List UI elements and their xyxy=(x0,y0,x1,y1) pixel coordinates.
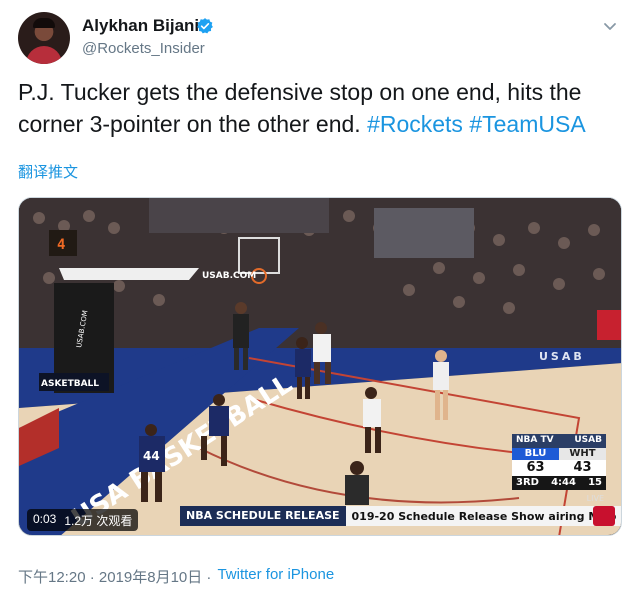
tweet-timestamp[interactable]: 下午12:20 · 2019年8月10日 · xyxy=(18,566,211,587)
ticker-tag: NBA SCHEDULE RELEASE xyxy=(180,506,346,526)
tweet-body: P.J. Tucker gets the defensive stop on o… xyxy=(18,76,622,140)
verified-badge-icon xyxy=(197,18,213,34)
hashtag-rockets[interactable]: #Rockets xyxy=(367,111,463,137)
scorebug-event: USAB xyxy=(574,435,602,445)
author-display-name[interactable]: Alykhan Bijani xyxy=(82,16,199,36)
news-ticker: NBA SCHEDULE RELEASE 019-20 Schedule Rel… xyxy=(180,506,621,526)
stanchion-text: ASKETBALL xyxy=(41,379,99,389)
scorebug-score-left: 63 xyxy=(526,460,545,475)
scorebug-clock-row: 3RD 4:44 15 xyxy=(512,476,606,490)
tweet-meta: 下午12:20 · 2019年8月10日 · Twitter for iPhon… xyxy=(18,566,334,587)
scorebug-scores: 63 43 xyxy=(512,460,606,476)
author-handle[interactable]: @Rockets_Insider xyxy=(82,40,205,57)
scorebug-period: 3RD xyxy=(516,477,539,488)
video-time-overlay: 0:03 1.2万 次观看 xyxy=(27,509,139,531)
avatar-hair xyxy=(33,18,55,28)
baseline-right-text: USAB xyxy=(539,350,585,363)
scorebug-network: NBA TV xyxy=(516,435,554,445)
ticker-text: 019-20 Schedule Release Show airing Mond… xyxy=(351,509,616,523)
scorebug-live-label: LIVE xyxy=(586,494,604,503)
baseline-logo-text: USAB.COM xyxy=(202,271,256,281)
scorebug-shot-clock: 15 xyxy=(588,477,602,488)
player-jersey-number: 44 xyxy=(143,449,160,463)
scorebug-team-left: BLU xyxy=(512,448,559,460)
translate-tweet-link[interactable]: 翻译推文 xyxy=(18,161,78,182)
video-player[interactable]: ASKETBALL USAB.COM 4 USAB.COM USA BASKET… xyxy=(18,197,622,536)
scorebug: NBA TV USAB BLU WHT 63 43 3RD 4:44 15 LI… xyxy=(512,434,606,503)
scorebug-teams: BLU WHT xyxy=(512,448,606,460)
chevron-down-icon[interactable] xyxy=(602,18,618,34)
avatar[interactable] xyxy=(18,12,70,64)
scorebug-game-clock: 4:44 xyxy=(551,477,576,488)
shot-clock-display: 4 xyxy=(57,237,65,253)
avatar-shirt xyxy=(26,46,62,64)
scorebug-header: NBA TV USAB xyxy=(512,434,606,448)
hashtag-teamusa[interactable]: #TeamUSA xyxy=(469,111,585,137)
network-logo-icon xyxy=(593,506,615,526)
tweet-header: Alykhan Bijani @Rockets_Insider xyxy=(18,12,622,68)
tweet-source-link[interactable]: Twitter for iPhone xyxy=(217,566,334,587)
scorebug-score-right: 43 xyxy=(573,460,592,475)
video-view-count: 1.2万 次观看 xyxy=(64,514,133,528)
scorebug-team-right: WHT xyxy=(559,448,606,460)
video-elapsed-time: 0:03 xyxy=(33,512,57,526)
